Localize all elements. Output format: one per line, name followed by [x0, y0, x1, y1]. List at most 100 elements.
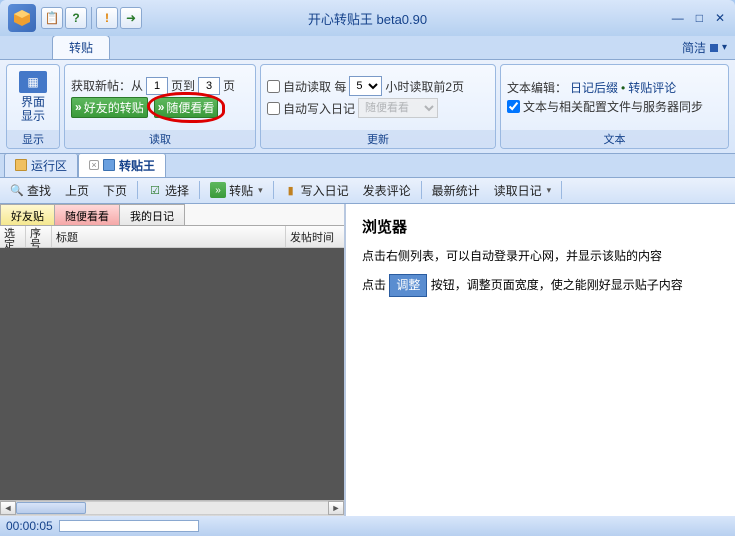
ribbon-group-update: 自动读取 每 5 小时读取前2页 自动写入日记 随便看看 更新 — [260, 64, 496, 149]
fetch-label-suf: 页 — [223, 77, 235, 94]
tab-runarea[interactable]: 运行区 — [4, 153, 78, 177]
tab-repostking[interactable]: × 转贴王 — [78, 153, 166, 177]
sync-label: 文本与相关配置文件与服务器同步 — [523, 98, 703, 115]
list-panel: 好友贴 随便看看 我的日记 选 定 序 号 标题 发帖时间 ◄ ► — [0, 204, 346, 516]
separator — [561, 181, 562, 199]
col-select[interactable]: 选 定 — [0, 226, 26, 247]
ui-display-label: 界面 显示 — [15, 95, 51, 124]
browser-heading: 浏览器 — [362, 216, 719, 237]
write-diary-button[interactable]: ▮写入日记 — [278, 180, 355, 201]
scroll-right-icon[interactable]: ► — [328, 501, 344, 515]
autoread-checkbox[interactable] — [267, 80, 280, 93]
compact-toggle[interactable]: 简洁 ▾ — [682, 39, 727, 59]
autoread-row: 自动读取 每 5 小时读取前2页 — [267, 76, 489, 96]
doc-icon — [103, 159, 115, 171]
separator — [273, 181, 274, 199]
close-tab-icon[interactable]: × — [89, 160, 99, 170]
horizontal-scrollbar[interactable]: ◄ ► — [0, 500, 344, 516]
group-label-read: 读取 — [65, 130, 255, 148]
autowrite-row: 自动写入日记 随便看看 — [267, 98, 489, 118]
next-page-button[interactable]: 下页 — [97, 180, 133, 201]
maximize-button[interactable]: □ — [694, 11, 705, 25]
from-page-input[interactable] — [146, 77, 168, 95]
read-diary-button[interactable]: 读取日记▾ — [488, 180, 558, 201]
sync-checkbox[interactable] — [507, 100, 520, 113]
tab-repostking-label: 转贴王 — [119, 157, 155, 174]
tab-friends-posts[interactable]: 好友贴 — [0, 204, 55, 225]
col-title[interactable]: 标题 — [52, 226, 286, 247]
close-button[interactable]: ✕ — [713, 11, 727, 25]
fetch-label-pre: 获取新帖：从 — [71, 77, 143, 94]
read-diary-label: 读取日记 — [494, 182, 542, 199]
text-edit-label: 文本编辑： — [507, 79, 567, 96]
interval-suffix: 小时读取前2页 — [385, 78, 464, 95]
tab-random-browse[interactable]: 随便看看 — [54, 204, 120, 225]
toolbar: 🔍查找 上页 下页 ☑选择 »转贴▾ ▮写入日记 发表评论 最新统计 读取日记▾ — [0, 178, 735, 204]
autoread-label: 自动读取 每 — [283, 78, 346, 95]
warning-icon[interactable]: ! — [96, 7, 118, 29]
clipboard-icon[interactable]: 📋 — [41, 7, 63, 29]
fetch-range-row: 获取新帖：从 页到 页 — [71, 77, 249, 95]
inner-tabs: 好友贴 随便看看 我的日记 — [0, 204, 344, 226]
status-bar: 00:00:05 — [0, 516, 735, 536]
find-label: 查找 — [27, 182, 51, 199]
interval-select[interactable]: 5 — [349, 76, 382, 96]
autowrite-label: 自动写入日记 — [283, 100, 355, 117]
friends-repost-label: 好友的转贴 — [84, 99, 144, 116]
friends-repost-button[interactable]: »好友的转贴 — [71, 97, 148, 118]
square-icon — [710, 44, 718, 52]
post-comment-button[interactable]: 发表评论 — [357, 180, 417, 201]
play-icon: » — [210, 182, 226, 198]
app-logo-icon — [8, 4, 36, 32]
check-icon: ☑ — [148, 183, 162, 197]
minimize-button[interactable]: — — [670, 11, 686, 25]
repost-comment-link[interactable]: 转贴评论 — [628, 79, 676, 96]
repost-button[interactable]: »转贴▾ — [204, 180, 269, 201]
diary-suffix-link[interactable]: 日记后缀 — [570, 79, 618, 96]
adjust-button[interactable]: 调整 — [389, 274, 427, 297]
select-button[interactable]: ☑选择 — [142, 180, 195, 201]
list-body[interactable] — [0, 248, 344, 500]
play-icon: » — [158, 100, 165, 114]
ribbon-group-display: ▦ 界面 显示 显示 — [6, 64, 60, 149]
run-icon — [15, 159, 27, 171]
autowrite-select: 随便看看 — [358, 98, 438, 118]
help-icon[interactable]: ? — [65, 7, 87, 29]
latest-stats-button[interactable]: 最新统计 — [426, 180, 486, 201]
play-icon: » — [75, 100, 82, 114]
ui-display-button[interactable]: ▦ 界面 显示 — [13, 69, 53, 126]
col-number[interactable]: 序 号 — [26, 226, 52, 247]
chevron-down-icon: ▾ — [258, 185, 263, 196]
ribbon-group-text: 文本编辑： 日记后缀 • 转贴评论 文本与相关配置文件与服务器同步 文本 — [500, 64, 729, 149]
to-page-input[interactable] — [198, 77, 220, 95]
progress-bar — [59, 520, 199, 532]
chevron-down-icon: ▾ — [722, 42, 727, 53]
tab-my-diary[interactable]: 我的日记 — [119, 204, 185, 225]
scroll-track[interactable] — [16, 501, 328, 515]
help2-post: 按钮，调整页面宽度，使之能刚好显示贴子内容 — [431, 278, 683, 292]
separator — [137, 181, 138, 199]
exit-icon[interactable]: ➜ — [120, 7, 142, 29]
random-browse-button[interactable]: »随便看看 — [154, 97, 219, 118]
tab-repost[interactable]: 转贴 — [52, 35, 110, 59]
compact-label: 简洁 — [682, 39, 706, 56]
separator — [421, 181, 422, 199]
group-label-display: 显示 — [7, 130, 59, 148]
group-label-update: 更新 — [261, 130, 495, 148]
col-time[interactable]: 发帖时间 — [286, 226, 344, 247]
write-diary-label: 写入日记 — [301, 182, 349, 199]
note-icon: ▮ — [284, 183, 298, 197]
autowrite-checkbox[interactable] — [267, 102, 280, 115]
scroll-left-icon[interactable]: ◄ — [0, 501, 16, 515]
layout-icon: ▦ — [19, 71, 47, 93]
document-tabs: 运行区 × 转贴王 — [0, 154, 735, 178]
prev-page-button[interactable]: 上页 — [59, 180, 95, 201]
scroll-thumb[interactable] — [16, 502, 86, 514]
title-bar: 📋 ? ! ➜ 开心转贴王 beta0.90 — □ ✕ — [0, 0, 735, 36]
group-label-text: 文本 — [501, 130, 728, 148]
separator — [91, 7, 92, 29]
browser-help-2: 点击 调整 按钮，调整页面宽度，使之能刚好显示贴子内容 — [362, 274, 719, 297]
ribbon: ▦ 界面 显示 显示 获取新帖：从 页到 页 »好友的转贴 »随便看看 读取 — [0, 60, 735, 154]
help2-pre: 点击 — [362, 278, 386, 292]
find-button[interactable]: 🔍查找 — [4, 180, 57, 201]
